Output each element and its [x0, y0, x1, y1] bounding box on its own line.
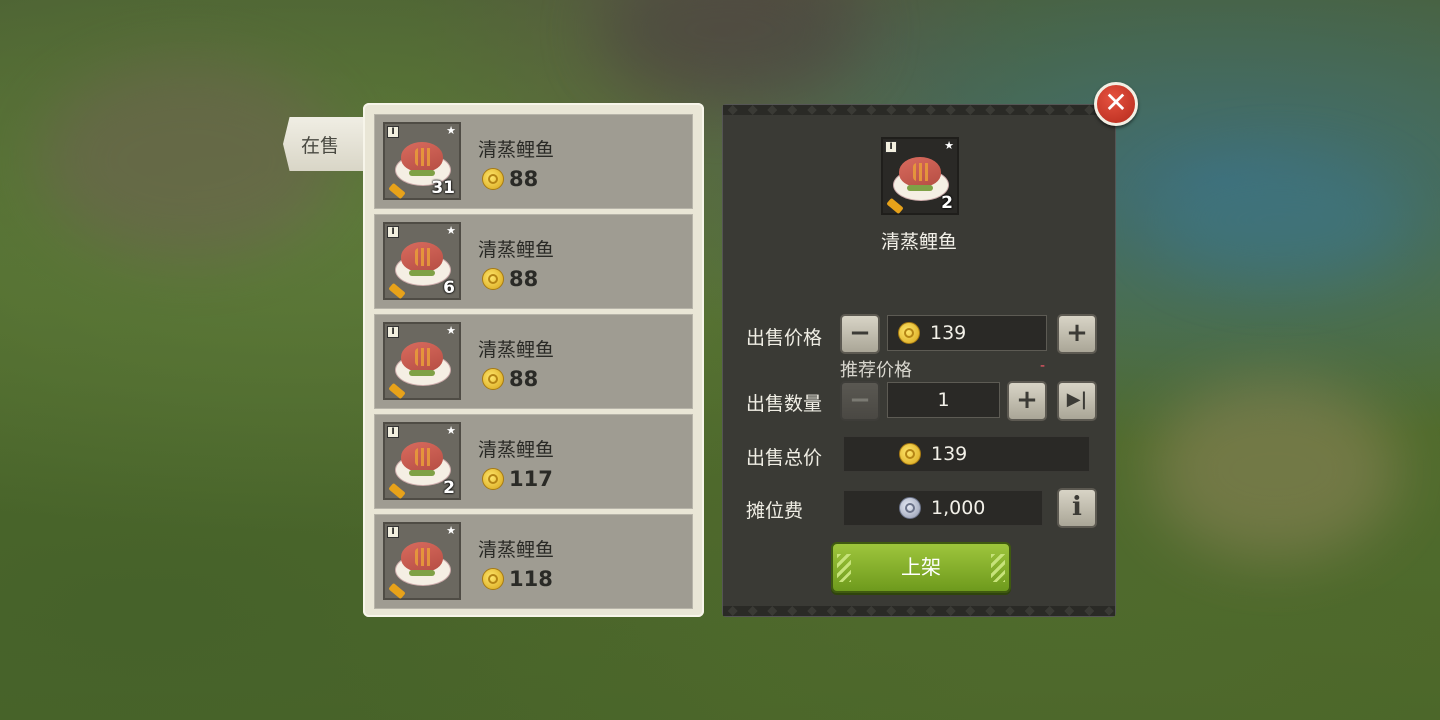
quantity-max-button[interactable]: ▶| [1057, 381, 1097, 421]
tab-on-sale[interactable]: 在售 [283, 117, 365, 171]
star-icon: ★ [446, 224, 456, 237]
listing-panel: I ★ 31 清蒸鲤鱼 88 I ★ 6 清蒸鲤鱼 88 I ★ 清蒸鲤鱼 88… [363, 103, 704, 617]
item-count: 31 [431, 178, 455, 198]
booth-fee-field: 1,000 [843, 490, 1043, 526]
item-slot: I ★ 2 [383, 422, 461, 500]
list-item-button-label: 上架 [901, 555, 941, 579]
star-icon: ★ [446, 424, 456, 437]
item-count: 2 [941, 193, 953, 213]
steamed-carp-icon [395, 340, 451, 386]
item-slot: I ★ [383, 522, 461, 600]
gold-coin-icon [482, 368, 504, 390]
star-icon: ★ [944, 139, 954, 152]
steamed-carp-icon [395, 240, 451, 286]
price-line: 88 [482, 267, 538, 291]
selected-item-slot: I ★ 2 [881, 137, 959, 215]
tier-badge: I [885, 141, 897, 153]
tier-badge: I [387, 426, 399, 438]
recommended-price-marker: - [1040, 358, 1046, 374]
price-line: 88 [482, 367, 538, 391]
item-price: 118 [509, 567, 553, 591]
item-price: 117 [509, 467, 553, 491]
total-price-label: 出售总价 [746, 447, 823, 469]
gold-coin-icon [898, 322, 920, 344]
quantity-decrease-button[interactable]: − [840, 381, 880, 421]
item-slot: I ★ [383, 322, 461, 400]
sell-quantity-value: 1 [937, 389, 950, 411]
listing-row[interactable]: I ★ 清蒸鲤鱼 118 [374, 514, 693, 609]
item-slot: I ★ 6 [383, 222, 461, 300]
gold-coin-icon [482, 568, 504, 590]
total-price-field: 139 [843, 436, 1090, 472]
booth-fee-value: 1,000 [931, 497, 986, 519]
background-water [1150, 160, 1410, 280]
tier-badge: I [387, 326, 399, 338]
item-count: 6 [443, 278, 455, 298]
tier-badge: I [387, 526, 399, 538]
tab-on-sale-label: 在售 [301, 134, 340, 157]
item-name: 清蒸鲤鱼 [478, 439, 555, 461]
sell-quantity-label: 出售数量 [746, 393, 823, 415]
listing-row[interactable]: I ★ 31 清蒸鲤鱼 88 [374, 114, 693, 209]
star-icon: ★ [446, 124, 456, 137]
price-line: 117 [482, 467, 553, 491]
panel-border-top [723, 105, 1115, 115]
list-item-button[interactable]: 上架 [831, 542, 1011, 593]
item-name: 清蒸鲤鱼 [478, 239, 555, 261]
sell-detail-panel: I ★ 2 清蒸鲤鱼 出售价格 − 139 + 推荐价格 - 出售数量 − 1 … [722, 104, 1116, 617]
sell-price-field[interactable]: 139 [887, 315, 1047, 351]
item-name: 清蒸鲤鱼 [478, 339, 555, 361]
gold-coin-icon [482, 268, 504, 290]
selected-item-name: 清蒸鲤鱼 [880, 231, 957, 253]
gold-coin-icon [482, 468, 504, 490]
item-slot: I ★ 31 [383, 122, 461, 200]
total-price-value: 139 [931, 443, 968, 465]
background-tower [600, 0, 860, 100]
star-icon: ★ [446, 324, 456, 337]
price-increase-button[interactable]: + [1057, 314, 1097, 354]
item-name: 清蒸鲤鱼 [478, 139, 555, 161]
steamed-carp-icon [395, 440, 451, 486]
recommended-price-label: 推荐价格 [840, 360, 912, 381]
listing-row[interactable]: I ★ 2 清蒸鲤鱼 117 [374, 414, 693, 509]
sell-price-value: 139 [930, 322, 967, 344]
silver-coin-icon [899, 497, 921, 519]
item-name: 清蒸鲤鱼 [478, 539, 555, 561]
steamed-carp-icon [395, 540, 451, 586]
quantity-increase-button[interactable]: + [1007, 381, 1047, 421]
price-line: 88 [482, 167, 538, 191]
price-line: 118 [482, 567, 553, 591]
gold-coin-icon [482, 168, 504, 190]
item-count: 2 [443, 478, 455, 498]
item-price: 88 [509, 367, 539, 391]
steamed-carp-icon [893, 155, 949, 201]
listing-row[interactable]: I ★ 6 清蒸鲤鱼 88 [374, 214, 693, 309]
tier-badge: I [387, 126, 399, 138]
gold-coin-icon [899, 443, 921, 465]
tier-badge: I [387, 226, 399, 238]
listing-row[interactable]: I ★ 清蒸鲤鱼 88 [374, 314, 693, 409]
panel-border-bottom [723, 606, 1115, 616]
star-icon: ★ [446, 524, 456, 537]
sell-quantity-field[interactable]: 1 [887, 382, 1000, 418]
sell-price-label: 出售价格 [746, 327, 823, 349]
item-price: 88 [509, 167, 539, 191]
fee-info-button[interactable]: i [1057, 488, 1097, 528]
booth-fee-label: 摊位费 [746, 500, 804, 522]
close-button[interactable]: ✕ [1094, 82, 1138, 126]
price-decrease-button[interactable]: − [840, 314, 880, 354]
item-price: 88 [509, 267, 539, 291]
background-path [1150, 380, 1400, 560]
